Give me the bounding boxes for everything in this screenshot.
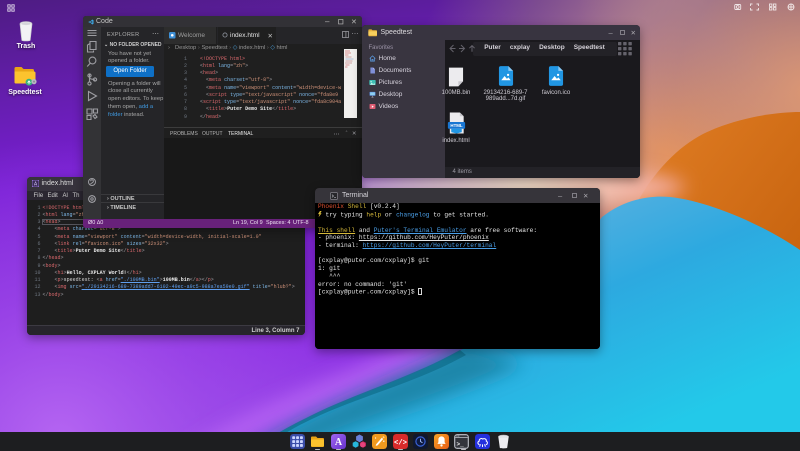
svg-text:>_: >_ — [457, 441, 465, 448]
svg-text:HTML: HTML — [450, 123, 463, 128]
svg-text:</>: </> — [394, 439, 407, 447]
svg-text:A: A — [335, 437, 343, 448]
